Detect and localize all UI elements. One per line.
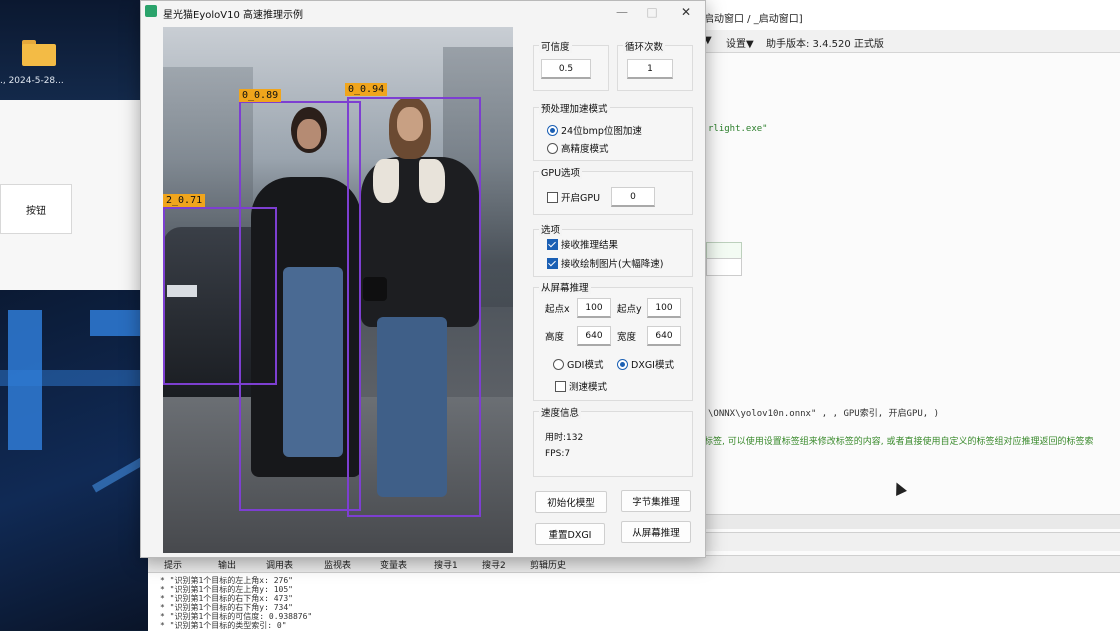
confidence-label: 可信度 <box>539 39 572 53</box>
dialog-title: 星光猫EyoloV10 高速推理示例 <box>163 10 303 21</box>
log-line: * "识别第1个目标的类型索引: 0" <box>160 621 287 630</box>
preprocess-option-bmp[interactable]: 24位bmp位图加速 <box>547 123 642 137</box>
tab-search-2[interactable]: 搜寻2 <box>482 558 506 571</box>
checkbox-label: 接收推理结果 <box>561 240 619 251</box>
maximize-button[interactable]: □ <box>637 2 667 22</box>
checkbox-label: 开启GPU <box>561 193 601 204</box>
options-label: 选项 <box>539 222 563 236</box>
receive-result-checkbox[interactable]: 接收推理结果 <box>547 237 618 251</box>
tab-watch-table[interactable]: 监视表 <box>324 558 351 571</box>
ide-menubar: ▼ 设置▼ 助手版本: 3.4.520 正式版 <box>700 30 1120 53</box>
radio-icon <box>547 142 558 154</box>
code-line: rlight.exe" <box>708 124 768 134</box>
start-x-input[interactable]: 100 <box>577 298 611 318</box>
detection-label: 2_0.71 <box>163 194 206 207</box>
folder-date-label: ., 2024-5-28... <box>0 76 64 86</box>
gpu-label: GPU选项 <box>539 165 583 179</box>
reset-dxgi-button[interactable]: 重置DXGI <box>535 523 605 545</box>
radio-selected-icon <box>547 124 558 136</box>
loop-count-input[interactable]: 1 <box>627 59 673 79</box>
tab-clip-history[interactable]: 剪辑历史 <box>530 558 566 571</box>
detection-box-person-2 <box>347 97 481 517</box>
preprocess-label: 预处理加速模式 <box>539 101 610 115</box>
height-label: 高度 <box>545 332 565 343</box>
radio-selected-icon <box>617 358 628 370</box>
radio-label: 高精度模式 <box>561 144 609 155</box>
confidence-input[interactable]: 0.5 <box>541 59 591 79</box>
receive-image-checkbox[interactable]: 接收绘制图片(大幅降速) <box>547 256 663 270</box>
ide-helper-version: 助手版本: 3.4.520 正式版 <box>766 39 884 50</box>
height-input[interactable]: 640 <box>577 326 611 346</box>
checkbox-checked-icon <box>547 238 558 250</box>
speedtest-checkbox[interactable]: 测速模式 <box>555 379 607 393</box>
detection-box-car <box>163 207 277 385</box>
screen-infer-label: 从屏幕推理 <box>539 280 591 294</box>
preprocess-option-precision[interactable]: 高精度模式 <box>547 141 609 155</box>
background-window: 按钮 <box>0 100 150 290</box>
desktop-wallpaper <box>0 290 150 630</box>
result-image: 0_0.89 0_0.94 2_0.71 <box>163 27 513 553</box>
checkbox-checked-icon <box>547 257 558 269</box>
speed-info-group <box>533 411 693 477</box>
byte-infer-button[interactable]: 字节集推理 <box>621 490 691 512</box>
tab-call-table[interactable]: 调用表 <box>266 558 293 571</box>
dxgi-mode-radio[interactable]: DXGI模式 <box>617 357 674 371</box>
start-y-label: 起点y <box>617 304 642 315</box>
ide-window-title: 启动窗口 / _启动窗口] <box>704 14 803 25</box>
init-model-button[interactable]: 初始化模型 <box>535 491 607 513</box>
enable-gpu-checkbox[interactable]: 开启GPU <box>547 190 600 204</box>
fps-text: FPS:7 <box>545 449 571 459</box>
detection-label: 0_0.89 <box>239 89 282 102</box>
ide-status-strip <box>700 532 1120 551</box>
desktop-area: ., 2024-5-28... <box>0 0 150 100</box>
radio-label: 24位bmp位图加速 <box>561 126 642 137</box>
ide-window: 启动窗口 / _启动窗口] ▼ 设置▼ 助手版本: 3.4.520 正式版 rl… <box>700 0 1120 560</box>
tab-tips[interactable]: 提示 <box>164 558 182 571</box>
code-comment-line: 标签, 可以使用设置标签组来修改标签的内容, 或者直接使用自定义的标签组对应推理… <box>704 437 1094 447</box>
width-input[interactable]: 640 <box>647 326 681 346</box>
loop-count-label: 循环次数 <box>623 39 666 53</box>
ide-horizontal-scrollbar[interactable] <box>700 514 1120 529</box>
tab-search-1[interactable]: 搜寻1 <box>434 558 458 571</box>
start-y-input[interactable]: 100 <box>647 298 681 318</box>
close-button[interactable]: ✕ <box>671 2 701 22</box>
code-highlight-box <box>706 258 742 276</box>
ide-titlebar: 启动窗口 / _启动窗口] <box>700 0 1120 31</box>
tab-output[interactable]: 输出 <box>218 558 236 571</box>
checkbox-icon <box>555 380 566 392</box>
screen-infer-button[interactable]: 从屏幕推理 <box>621 521 691 543</box>
dialog-titlebar[interactable]: 星光猫EyoloV10 高速推理示例 — □ ✕ <box>141 1 705 23</box>
folder-icon[interactable] <box>22 40 56 66</box>
wallpaper-shape <box>0 370 150 386</box>
checkbox-label: 接收绘制图片(大幅降速) <box>561 259 664 270</box>
background-button[interactable]: 按钮 <box>0 184 72 234</box>
elapsed-time-text: 用时:132 <box>545 433 584 443</box>
output-log: * "识别第1个目标的左上角x: 276" * "识别第1个目标的左上角y: 1… <box>148 572 1120 631</box>
speed-info-label: 速度信息 <box>539 405 582 419</box>
start-x-label: 起点x <box>545 304 570 315</box>
radio-icon <box>553 358 564 370</box>
ide-menu-settings[interactable]: 设置▼ <box>726 35 754 50</box>
inference-dialog: 星光猫EyoloV10 高速推理示例 — □ ✕ 0_0.89 0_0.94 2… <box>140 0 706 558</box>
code-line: \ONNX\yolov10n.onnx" , , GPU索引, 开启GPU, ) <box>708 409 940 419</box>
minimize-button[interactable]: — <box>607 2 637 22</box>
radio-label: GDI模式 <box>567 360 604 371</box>
app-icon <box>145 5 157 17</box>
gpu-index-input[interactable]: 0 <box>611 187 655 207</box>
checkbox-label: 测速模式 <box>569 382 608 393</box>
gdi-mode-radio[interactable]: GDI模式 <box>553 357 603 371</box>
width-label: 宽度 <box>617 332 637 343</box>
tab-variable-table[interactable]: 变量表 <box>380 558 407 571</box>
radio-label: DXGI模式 <box>631 360 674 371</box>
detection-label: 0_0.94 <box>345 83 388 96</box>
checkbox-icon <box>547 191 558 203</box>
